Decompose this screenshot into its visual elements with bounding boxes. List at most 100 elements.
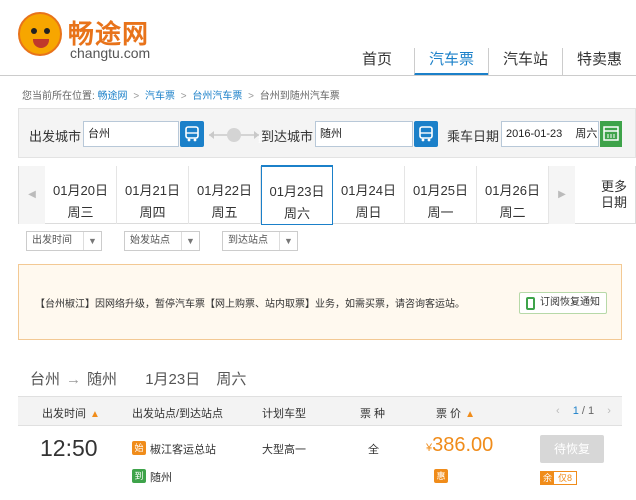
pager-prev-button[interactable]: ‹ (556, 405, 560, 417)
site-logo[interactable]: 畅途网 changtu.com (18, 12, 168, 62)
date-tab-date: 01月25日 (413, 183, 468, 198)
chevron-down-icon: ▼ (279, 232, 297, 250)
header-bus-type: 计划车型 (262, 408, 306, 420)
date-tab[interactable]: 01月21日 周四 (117, 166, 189, 224)
nav-special-deals[interactable]: 特卖惠 (562, 48, 636, 76)
date-tab-weekday: 周三 (67, 205, 94, 220)
sort-by-time[interactable]: 出发时间 ▲ (42, 405, 100, 421)
date-tab-date: 01月20日 (53, 183, 108, 198)
pager-current: 1 (572, 405, 579, 417)
date-tab[interactable]: 01月24日 周日 (333, 166, 405, 224)
date-tab-weekday: 周日 (355, 205, 382, 220)
pager-total: 1 (588, 405, 595, 417)
route-from: 台州 (30, 371, 61, 388)
route-to: 随州 (87, 371, 118, 388)
route-arrow: → (66, 371, 82, 388)
service-notice: 【台州椒江】因网络升级，暂停汽车票【网上购票、站内取票】业务，如需买票，请咨询客… (18, 264, 622, 340)
departure-time: 12:50 (40, 435, 98, 461)
calendar-icon (603, 126, 619, 141)
filter-label: 始发站点 (130, 235, 170, 246)
pending-restore-button[interactable]: 待恢复 (540, 435, 604, 463)
nav-home[interactable]: 首页 (340, 48, 414, 76)
filter-label: 出发时间 (32, 235, 72, 246)
breadcrumb-home[interactable]: 畅途网 (98, 91, 128, 102)
search-bar: 出发城市 台州 换 到达城市 随州 乘车日期 2016-01-23 周六 (18, 108, 636, 158)
travel-date-input[interactable]: 2016-01-23 周六 (501, 121, 599, 147)
to-city-input[interactable]: 随州 (315, 121, 413, 147)
date-tab[interactable]: 01月26日 周二 (477, 166, 549, 224)
price-value: 386.00 (432, 434, 494, 456)
nav-bus-stations[interactable]: 汽车站 (488, 48, 562, 76)
date-tab-date: 01月26日 (485, 183, 540, 198)
breadcrumb-bus-tickets[interactable]: 汽车票 (145, 91, 175, 102)
date-tabs: ◀ 01月20日 周三 01月21日 周四 01月22日 周五 01月23日 周… (18, 165, 636, 225)
subscribe-restore-button[interactable]: 订阅恢复通知 (519, 292, 607, 314)
date-tab-weekday: 周五 (211, 205, 238, 220)
chevron-down-icon: ▼ (83, 232, 101, 250)
chevron-right-icon[interactable]: ▶ (549, 166, 575, 224)
header-ticket-type: 票 种 (360, 408, 386, 420)
breadcrumb-separator: > (180, 91, 187, 102)
pager-next-button[interactable]: › (607, 405, 611, 417)
travel-date-label: 乘车日期 (447, 129, 500, 144)
date-tab[interactable]: 01月22日 周五 (189, 166, 261, 224)
filter-arrival-station[interactable]: 到达站点 ▼ (222, 231, 298, 251)
from-city-picker-button[interactable] (180, 121, 204, 147)
ticket-type: 全 (368, 444, 379, 456)
nav-bus-tickets[interactable]: 汽车票 (414, 48, 488, 76)
date-tab-weekday: 周六 (283, 206, 310, 221)
header-time-label: 出发时间 (42, 408, 86, 420)
table-row: 12:50 始 椒江客运总站 到 随州 大型高一 全 ¥386.00 惠 待恢复… (18, 427, 622, 500)
remaining-label: 余 (541, 472, 555, 484)
discount-badge: 惠 (434, 469, 448, 483)
ticket-price: ¥386.00 (426, 434, 493, 457)
travel-date-weekday: 周六 (575, 128, 598, 140)
route-title: 台州 → 随州 1月23日 周六 (30, 368, 246, 389)
route-weekday: 周六 (216, 371, 247, 388)
bus-icon (419, 126, 433, 142)
from-city-input[interactable]: 台州 (83, 121, 179, 147)
logo-name-en: changtu.com (70, 45, 151, 61)
date-tab[interactable]: 01月25日 周一 (405, 166, 477, 224)
to-city-picker-button[interactable] (414, 121, 438, 147)
breadcrumb: 您当前所在位置: 畅途网 > 汽车票 > 台州汽车票 > 台州到随州汽车票 (22, 87, 340, 102)
date-tab-date: 01月22日 (197, 183, 252, 198)
calendar-button[interactable] (600, 121, 622, 147)
swap-cities-icon[interactable] (209, 128, 259, 142)
site-header: 畅途网 changtu.com 首页 汽车票 汽车站 特卖惠 (0, 0, 636, 76)
pagination: ‹ 1 / 1 › (556, 405, 611, 417)
more-dates-button[interactable]: 更多 日期 (591, 166, 636, 224)
header-price-label: 票 价 (436, 408, 462, 420)
date-tab-weekday: 周二 (499, 205, 526, 220)
date-tab-date: 01月24日 (341, 183, 396, 198)
remaining-seats: 余仅8 (540, 471, 578, 485)
filter-departure-time[interactable]: 出发时间 ▼ (26, 231, 102, 251)
remaining-value: 仅8 (558, 473, 573, 483)
sort-by-price[interactable]: 票 价 ▲ (436, 405, 475, 421)
breadcrumb-current: 台州到随州汽车票 (259, 91, 340, 102)
sort-up-icon: ▲ (465, 409, 475, 420)
date-tab-selected[interactable]: 01月23日 周六 (261, 165, 333, 225)
filter-label: 到达站点 (228, 235, 268, 246)
depart-badge: 始 (132, 441, 146, 455)
departure-station[interactable]: 椒江客运总站 (150, 441, 216, 457)
filter-departure-station[interactable]: 始发站点 ▼ (124, 231, 200, 251)
header-stations: 出发站点/到达站点 (132, 408, 224, 420)
arrival-station[interactable]: 随州 (150, 469, 172, 485)
arrive-badge: 到 (132, 469, 146, 483)
main-nav: 首页 汽车票 汽车站 特卖惠 (340, 48, 636, 76)
more-dates-line1: 更多 (600, 179, 627, 194)
date-tab-date: 01月21日 (125, 183, 180, 198)
notice-text: 【台州椒江】因网络升级，暂停汽车票【网上购票、站内取票】业务，如需买票，请咨询客… (35, 299, 465, 310)
date-tab-date: 01月23日 (269, 184, 325, 199)
subscribe-restore-label: 订阅恢复通知 (540, 297, 600, 308)
date-tab[interactable]: 01月20日 周三 (45, 166, 117, 224)
bus-type: 大型高一 (262, 444, 306, 456)
chevron-left-icon[interactable]: ◀ (19, 166, 45, 224)
date-tab-weekday: 周一 (427, 205, 454, 220)
breadcrumb-separator: > (133, 91, 140, 102)
breadcrumb-taizhou-tickets[interactable]: 台州汽车票 (192, 91, 242, 102)
bus-icon (185, 126, 199, 142)
pager-separator: / (581, 405, 585, 417)
chevron-down-icon: ▼ (181, 232, 199, 250)
